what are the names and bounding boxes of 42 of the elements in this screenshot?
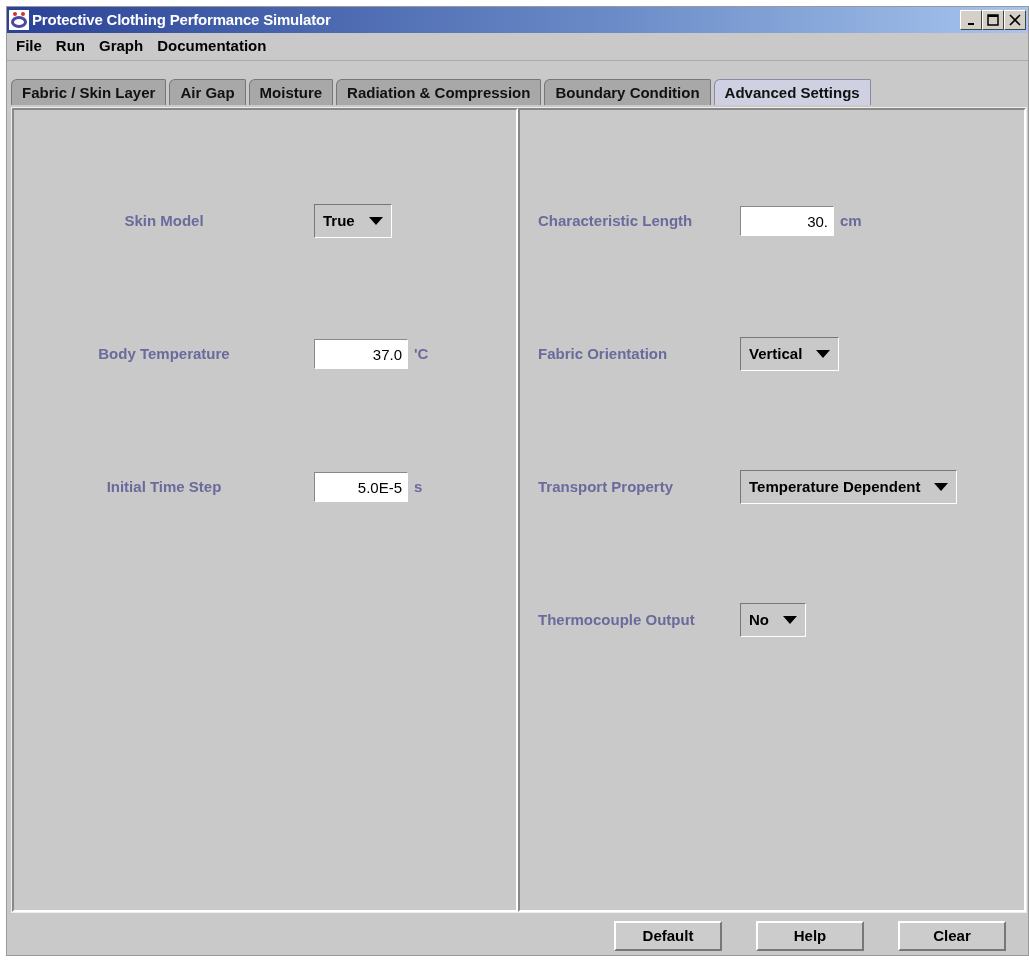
caret-icon	[816, 350, 831, 358]
input-field[interactable]: 37.0	[314, 339, 408, 369]
caret-icon	[934, 483, 949, 491]
minimize-icon	[968, 23, 974, 25]
window-title: Protective Clothing Performance Simulator	[32, 9, 331, 30]
close-icon	[1009, 14, 1021, 26]
caret-icon	[368, 217, 383, 225]
unit-label: cm	[840, 210, 862, 231]
tab[interactable]: Moisture	[248, 79, 334, 105]
input-field[interactable]: 5.0E-5	[314, 472, 408, 502]
field-label: Transport Property	[537, 476, 675, 497]
minimize-button[interactable]	[960, 10, 982, 30]
tab[interactable]: Air Gap	[169, 79, 246, 105]
menu-item[interactable]: Graph	[92, 35, 151, 58]
menu-item[interactable]: Run	[48, 35, 92, 58]
dropdown[interactable]: Temperature Dependent	[740, 470, 958, 504]
field-label: Characteristic Length	[537, 210, 694, 231]
action-button[interactable]: Help	[756, 921, 864, 951]
maximize-icon	[987, 14, 999, 26]
app-icon	[9, 10, 29, 30]
close-button[interactable]	[1004, 10, 1026, 30]
field-label: Initial Time Step	[105, 476, 223, 497]
menu-item[interactable]: File	[9, 35, 49, 58]
unit-label: s	[414, 476, 423, 497]
tab[interactable]: Boundary Condition	[544, 79, 711, 105]
maximize-button[interactable]	[982, 10, 1004, 30]
unit-label: 'C	[414, 343, 429, 364]
tab[interactable]: Fabric / Skin Layer	[11, 79, 167, 105]
menu-item[interactable]: Documentation	[150, 35, 274, 58]
field-label: Skin Model	[123, 210, 205, 231]
input-field[interactable]: 30.	[740, 206, 834, 236]
caret-icon	[783, 616, 797, 624]
tab[interactable]: Radiation & Compression	[336, 79, 542, 105]
action-button[interactable]: Default	[614, 921, 722, 951]
dropdown[interactable]: No	[740, 603, 806, 637]
tab[interactable]: Advanced Settings	[713, 79, 871, 105]
dropdown[interactable]: True	[314, 204, 392, 238]
action-button[interactable]: Clear	[898, 921, 1006, 951]
field-label: Fabric Orientation	[537, 343, 669, 364]
dropdown[interactable]: Vertical	[740, 337, 840, 371]
field-label: Thermocouple Output	[537, 609, 696, 630]
field-label: Body Temperature	[97, 343, 231, 364]
